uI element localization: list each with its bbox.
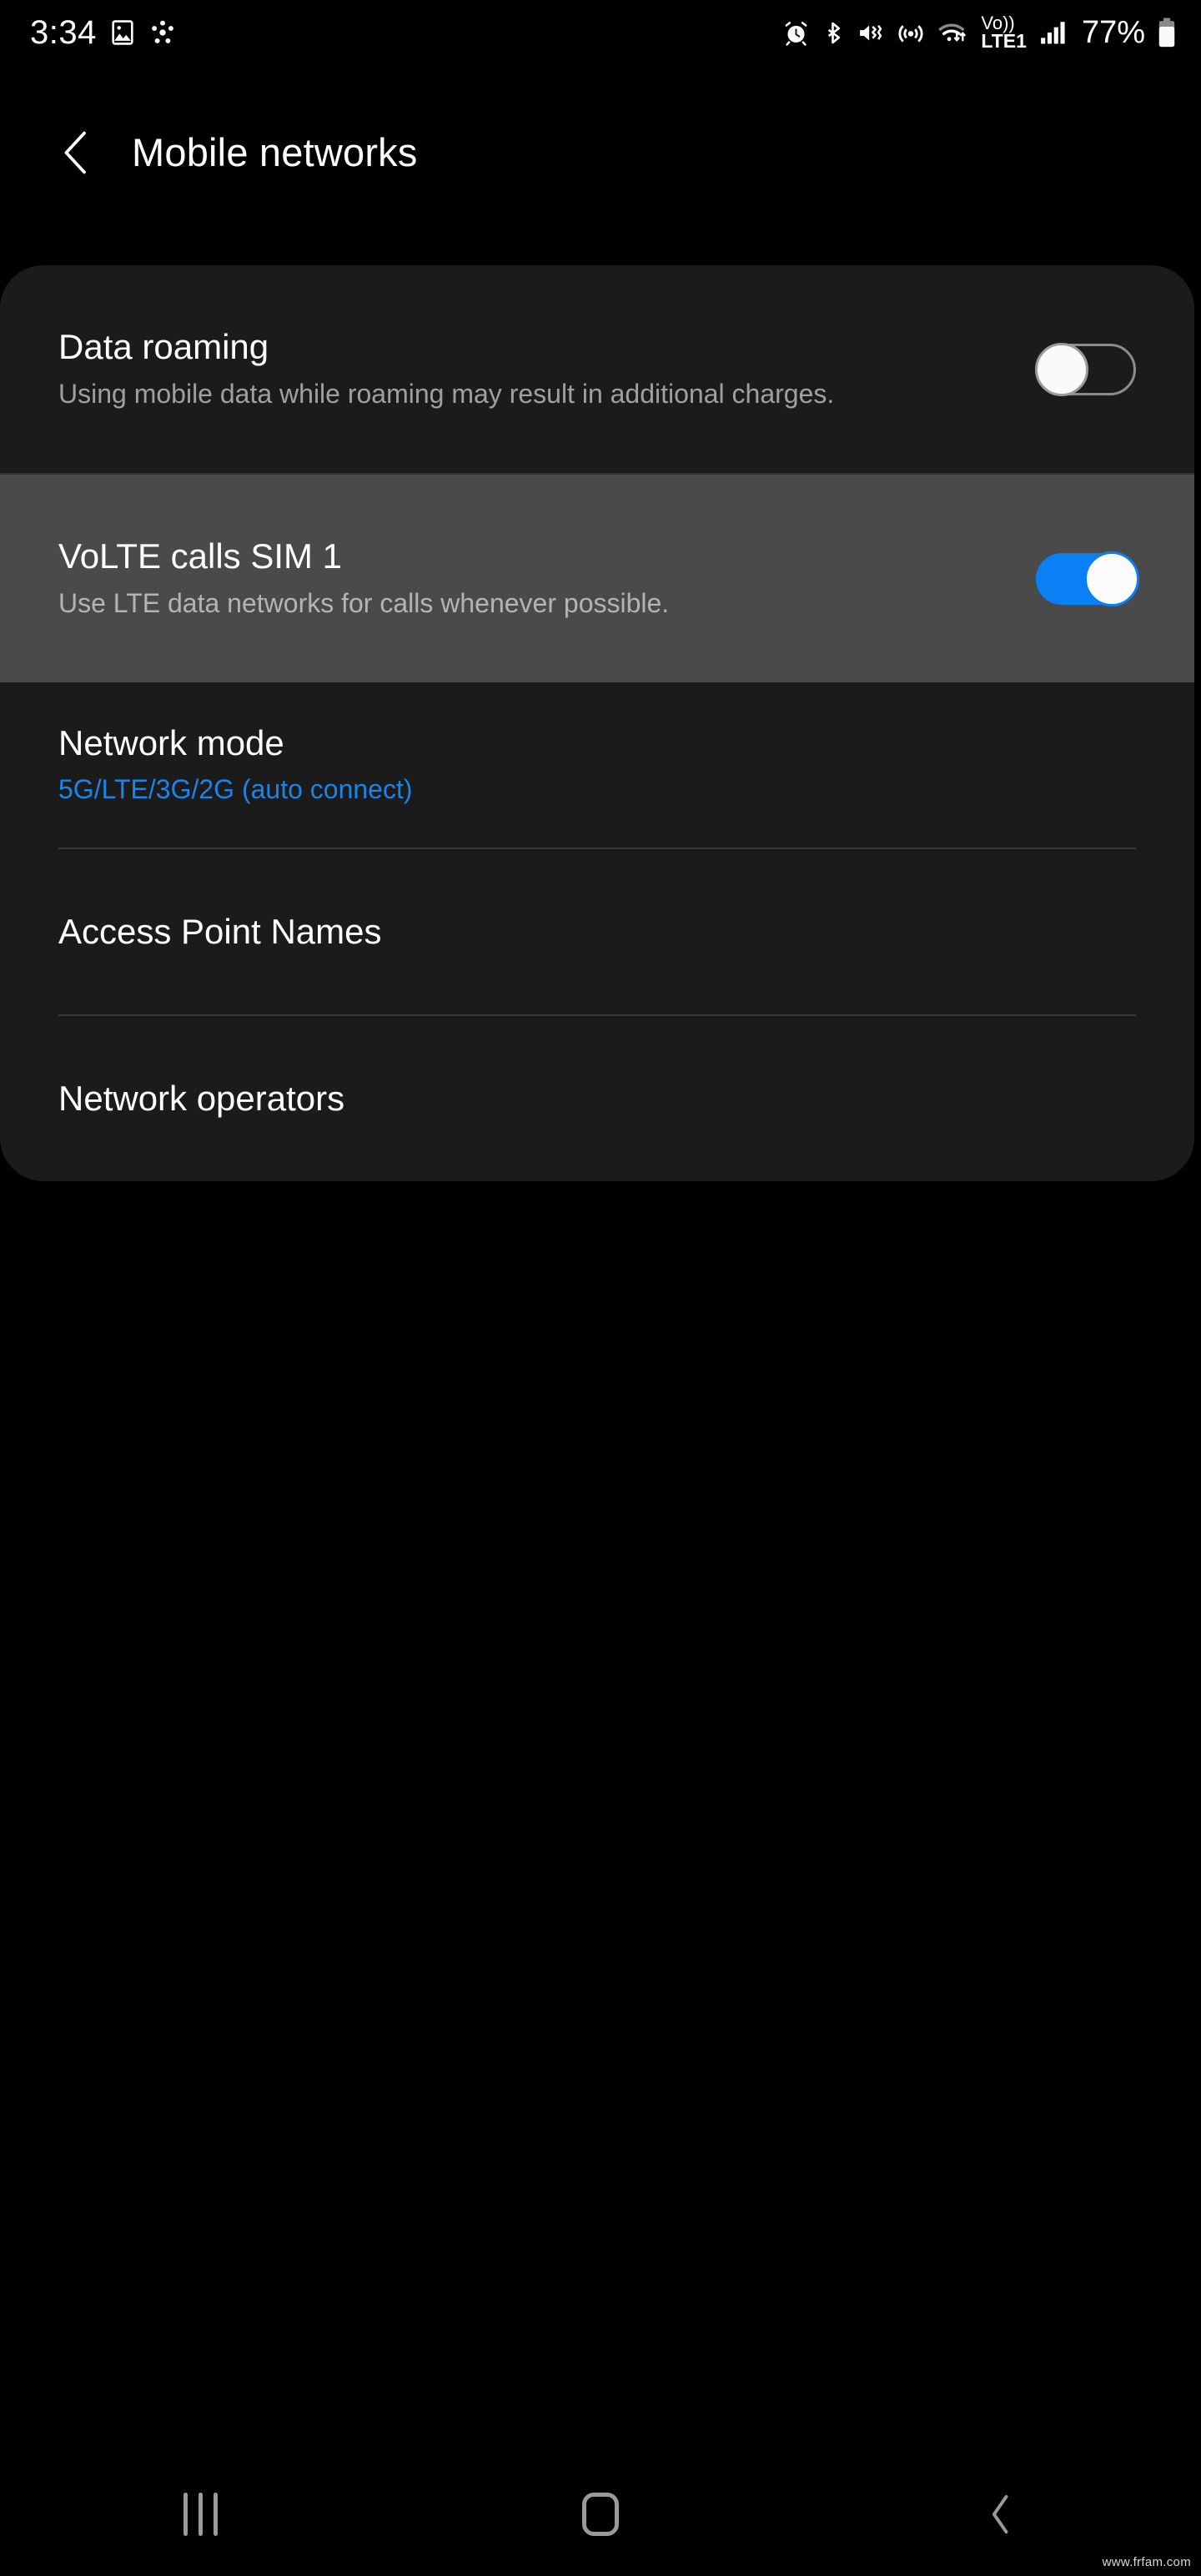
status-bar-left: 3:34 [30,16,177,49]
volte-label-bottom: LTE1 [981,29,1027,52]
setting-summary: Using mobile data while roaming may resu… [58,378,835,409]
volte-icon: Vo)) LTE1 [981,14,1027,52]
signal-bars-icon [1041,22,1065,44]
back-button[interactable] [917,2453,1084,2576]
setting-summary: Use LTE data networks for calls whenever… [58,587,670,618]
setting-title: Data roaming [58,327,269,367]
settings-card: Data roaming Using mobile data while roa… [0,265,1194,1181]
setting-row-access-point-names[interactable]: Access Point Names [0,849,1194,1014]
setting-text-block: Data roaming Using mobile data while roa… [58,327,1036,411]
setting-text-block: Network operators [58,1079,1136,1119]
image-icon [112,20,133,45]
battery-percent-label: 77% [1081,14,1145,50]
setting-title: Network mode [58,722,284,762]
battery-icon [1158,18,1175,48]
setting-row-network-mode[interactable]: Network mode 5G/LTE/3G/2G (auto connect) [0,682,1194,848]
home-icon [582,2493,619,2536]
status-bar-right: Vo)) LTE1 77% [782,14,1178,52]
setting-row-volte-calls-sim-1[interactable]: VoLTE calls SIM 1 Use LTE data networks … [0,475,1194,682]
home-button[interactable] [517,2453,684,2576]
toggle-knob [1035,342,1088,396]
back-button-icon[interactable] [58,130,95,175]
setting-row-data-roaming[interactable]: Data roaming Using mobile data while roa… [0,265,1194,473]
hotspot-icon [898,25,923,43]
setting-text-block: Access Point Names [58,912,1136,952]
watermark: www.frfam.com [1102,2555,1191,2569]
setting-title: VoLTE calls SIM 1 [58,536,343,576]
recents-button[interactable] [117,2453,284,2576]
recents-icon [183,2493,218,2536]
data-roaming-toggle[interactable] [1035,342,1136,396]
back-icon [992,2494,1008,2534]
toggle-knob [1084,551,1139,606]
network-share-icon [151,20,173,43]
status-bar: 3:34 Vo)) LTE1 77% [0,0,1201,65]
mute-vibrate-icon [860,24,882,40]
setting-summary: 5G/LTE/3G/2G (auto connect) [58,774,413,805]
setting-title: Access Point Names [58,912,382,952]
app-header: Mobile networks [0,104,1201,200]
alarm-icon [785,21,807,46]
volte-toggle[interactable] [1036,551,1139,606]
status-clock: 3:34 [30,14,97,51]
setting-text-block: Network mode 5G/LTE/3G/2G (auto connect) [58,723,1136,808]
wifi-data-icon [939,23,967,42]
setting-title: Network operators [58,1079,345,1119]
page-title: Mobile networks [132,130,418,174]
phone-screen: 3:34 Vo)) LTE1 77% Mobile networks Data … [0,0,1201,2576]
setting-text-block: VoLTE calls SIM 1 Use LTE data networks … [58,536,1036,621]
system-navigation-bar [0,2453,1201,2576]
setting-row-network-operators[interactable]: Network operators [0,1016,1194,1181]
bluetooth-icon [828,22,841,43]
